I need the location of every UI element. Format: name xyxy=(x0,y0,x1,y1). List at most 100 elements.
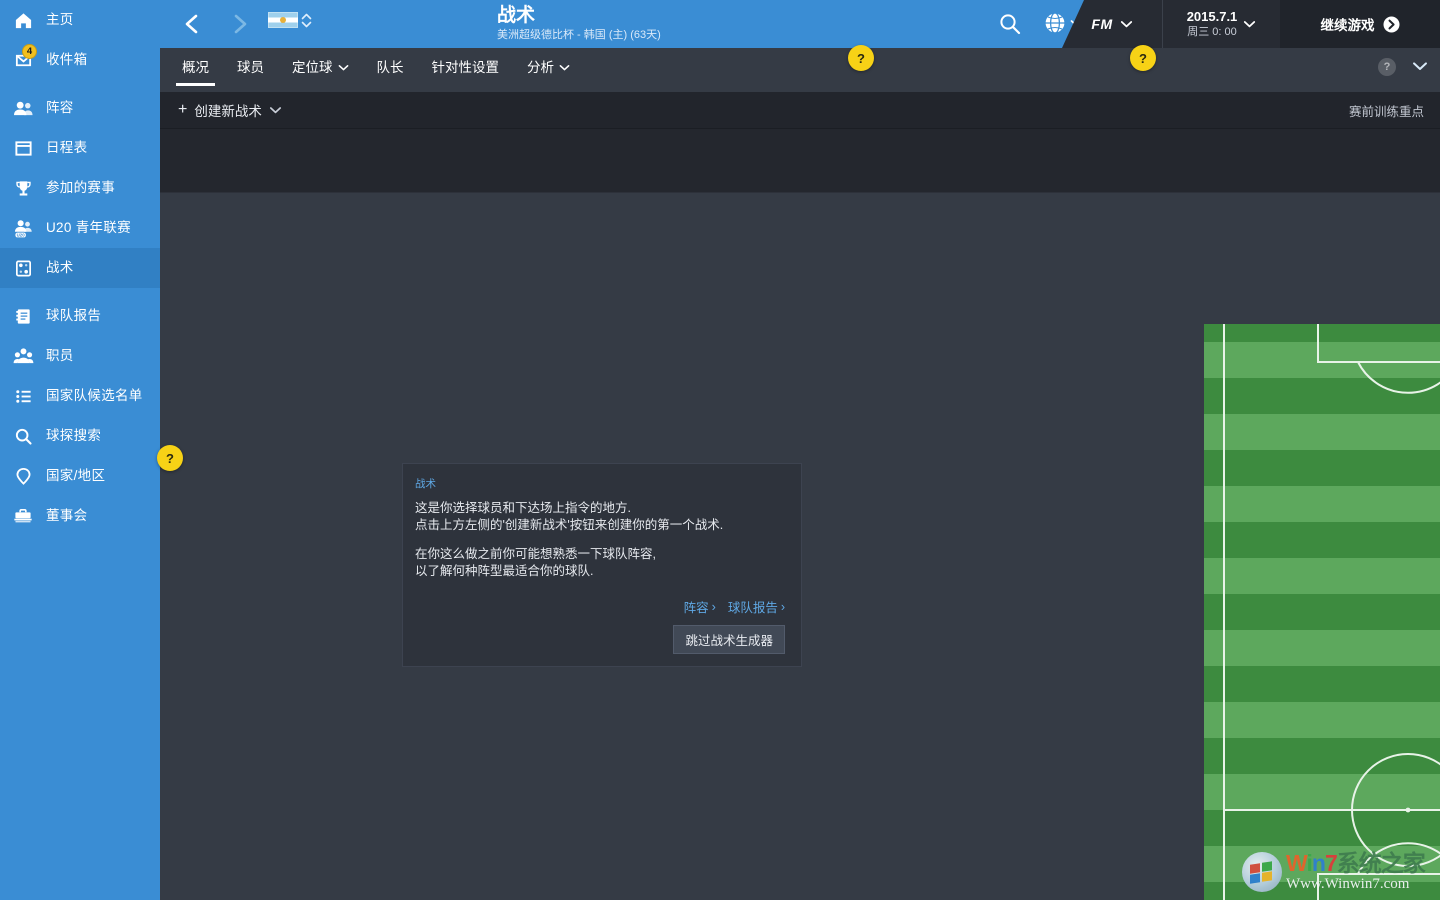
content-top-band xyxy=(160,129,1440,193)
sidebar-item-7[interactable]: 球队报告 xyxy=(0,296,160,336)
create-new-tactic-button[interactable]: + 创建新战术 xyxy=(178,100,282,120)
continue-game-label: 继续游戏 xyxy=(1320,18,1375,33)
home-icon xyxy=(15,12,31,28)
sidebar-item-label: 国家队候选名单 xyxy=(46,388,143,404)
tab-label: 分析 xyxy=(527,60,554,75)
dialog-link-squad-label: 阵容 xyxy=(683,601,709,615)
tab-label: 概况 xyxy=(182,60,209,75)
fm-label: FM xyxy=(1091,16,1113,32)
arrow-right-circle-icon xyxy=(1383,16,1399,32)
sidebar-item-11[interactable]: 国家/地区 xyxy=(0,456,160,496)
chevron-down-icon xyxy=(1413,62,1427,70)
up-down-chevron-icon[interactable] xyxy=(301,13,312,28)
fm-menu-button[interactable]: FM xyxy=(1062,0,1162,48)
trophy-icon xyxy=(8,175,38,201)
schedule-icon xyxy=(8,135,38,161)
date-display[interactable]: 2015.7.1 周三 0: 00 xyxy=(1162,0,1280,48)
sidebar-item-10[interactable]: 球探搜索 xyxy=(0,416,160,456)
sidebar-item-label: 球探搜索 xyxy=(46,428,102,444)
search-icon xyxy=(8,423,38,449)
chevron-right-icon xyxy=(234,14,247,34)
header-expand-button[interactable] xyxy=(1412,58,1428,76)
pitch-panel xyxy=(1204,324,1440,900)
inbox-icon: 4 xyxy=(8,44,38,73)
dialog-link-squad[interactable]: 阵容 › xyxy=(684,597,716,616)
header-right-cluster: FM 2015.7.1 周三 0: 00 继续游戏 xyxy=(1062,0,1440,48)
team-selector[interactable] xyxy=(268,12,312,28)
sidebar-item-1[interactable]: 4 收件箱 xyxy=(0,40,160,80)
tab-3[interactable]: 队长 xyxy=(363,56,418,86)
dialog-line-1: 这是你选择球员和下达场上指令的地方. xyxy=(415,501,631,515)
sidebar-item-label: 战术 xyxy=(46,260,74,276)
sidebar-item-label: 主页 xyxy=(46,12,74,28)
dialog-line-4: 以了解何种阵型最适合你的球队. xyxy=(415,563,594,578)
hint-badge-header-left[interactable]: ? xyxy=(848,45,874,71)
pitch-markings xyxy=(1223,324,1440,900)
current-time: 周三 0: 00 xyxy=(1187,26,1237,38)
skip-tactics-creator-button[interactable]: 跳过战术生成器 xyxy=(673,625,785,654)
sidebar-item-4[interactable]: 参加的赛事 xyxy=(0,168,160,208)
argentina-flag-icon xyxy=(268,12,298,28)
chevron-down-icon xyxy=(1120,21,1132,28)
tab-label: 定位球 xyxy=(292,60,333,75)
tab-2[interactable]: 定位球 xyxy=(278,56,363,86)
sidebar-item-2[interactable]: 阵容 xyxy=(0,88,160,128)
current-date: 2015.7.1 xyxy=(1186,9,1238,24)
forward-button[interactable] xyxy=(224,8,256,40)
continue-game-button[interactable]: 继续游戏 xyxy=(1280,0,1440,48)
staff-icon xyxy=(13,347,33,363)
list-icon xyxy=(8,383,38,409)
list-icon xyxy=(15,389,31,403)
help-icon[interactable]: ? xyxy=(1378,58,1396,76)
sidebar-item-5[interactable]: U20 U20 青年联赛 xyxy=(0,208,160,248)
chevron-down-icon xyxy=(1244,21,1256,28)
tab-0[interactable]: 概况 xyxy=(168,56,223,86)
dialog-link-team-report-label: 球队报告 xyxy=(727,601,778,615)
fm-application-window: 主页 4 收件箱 阵容 日程表 参加的赛事 U20 U20 青年联赛 战术 球队报告 职员 国家队候选… xyxy=(0,0,1440,900)
football-pitch[interactable] xyxy=(1204,324,1440,900)
board-icon xyxy=(14,508,32,522)
location-pin-icon xyxy=(16,467,30,485)
board-icon xyxy=(8,503,38,529)
squad-icon xyxy=(8,95,38,121)
tactics-icon xyxy=(8,255,38,281)
tactics-toolbar: + 创建新战术 赛前训练重点 xyxy=(160,92,1440,129)
main-sidebar: 主页 4 收件箱阵容日程表参加的赛事 U20 U20 青年联赛战术球队报告职员国家队候选… xyxy=(0,0,160,900)
staff-icon xyxy=(8,343,38,369)
svg-text:U20: U20 xyxy=(16,232,25,237)
dialog-links: 阵容 › 球队报告 › xyxy=(415,597,785,616)
tab-1[interactable]: 球员 xyxy=(223,56,278,86)
chevron-down-icon xyxy=(559,59,570,74)
back-button[interactable] xyxy=(176,8,208,40)
tab-label: 球员 xyxy=(237,60,264,75)
tactics-icon xyxy=(15,260,31,276)
search-icon[interactable] xyxy=(998,12,1022,36)
tab-4[interactable]: 针对性设置 xyxy=(418,56,514,86)
sidebar-item-12[interactable]: 董事会 xyxy=(0,496,160,536)
search-icon xyxy=(15,428,32,445)
hint-badge-sidebar[interactable]: ? xyxy=(157,445,183,471)
top-header: 战术 美洲超级德比杯 - 韩国 (主) (63天) 概况 球员 定位球 队长 针对性设置… xyxy=(160,0,1440,86)
sidebar-item-3[interactable]: 日程表 xyxy=(0,128,160,168)
inbox-badge-count: 4 xyxy=(22,44,37,59)
dialog-line-2: 点击上方左侧的'创建新战术'按钮来创建你的第一个战术. xyxy=(415,517,724,532)
tab-label: 队长 xyxy=(376,60,404,75)
sidebar-item-8[interactable]: 职员 xyxy=(0,336,160,376)
sidebar-item-label: 职员 xyxy=(46,348,74,364)
sidebar-item-label: 阵容 xyxy=(46,100,74,116)
u20-icon: U20 xyxy=(14,220,32,237)
sidebar-item-6[interactable]: 战术 xyxy=(0,248,160,288)
schedule-icon xyxy=(14,140,32,156)
sidebar-item-0[interactable]: 主页 xyxy=(0,0,160,40)
squad-icon xyxy=(13,101,33,115)
sidebar-item-label: 日程表 xyxy=(46,140,88,156)
sidebar-item-9[interactable]: 国家队候选名单 xyxy=(0,376,160,416)
sidebar-item-label: 国家/地区 xyxy=(46,468,106,484)
pre-match-training-focus-button[interactable]: 赛前训练重点 xyxy=(1349,101,1424,120)
chevron-down-icon xyxy=(338,59,349,74)
dialog-link-team-report[interactable]: 球队报告 › xyxy=(728,597,785,616)
sidebar-item-label: 董事会 xyxy=(46,508,88,524)
hint-badge-header-right[interactable]: ? xyxy=(1130,45,1156,71)
tab-5[interactable]: 分析 xyxy=(513,56,584,86)
